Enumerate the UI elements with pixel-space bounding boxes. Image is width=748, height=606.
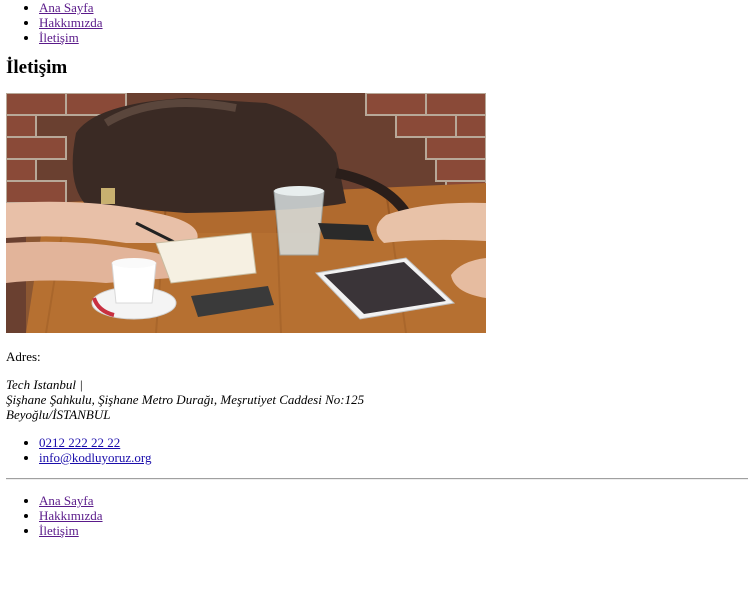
footer-link-about[interactable]: Hakkımızda <box>39 508 103 523</box>
address-block: Tech Istanbul | Şişhane Şahkulu, Şişhane… <box>6 377 748 422</box>
contact-list: 0212 222 22 22 info@kodluyoruz.org <box>6 435 748 465</box>
footer-divider <box>6 478 748 480</box>
footer-nav-item-home: Ana Sayfa <box>39 493 748 508</box>
contact-item-email: info@kodluyoruz.org <box>39 450 748 465</box>
nav-link-about[interactable]: Hakkımızda <box>39 15 103 30</box>
nav-item-about: Hakkımızda <box>39 15 748 30</box>
footer-nav-item-contact: İletişim <box>39 523 748 538</box>
page-title: İletişim <box>6 57 68 78</box>
footer-link-contact[interactable]: İletişim <box>39 523 79 538</box>
address-label: Adres: <box>6 349 41 364</box>
address-company: Tech Istanbul | <box>6 377 83 392</box>
contact-item-phone: 0212 222 22 22 <box>39 435 748 450</box>
footer-nav: Ana Sayfa Hakkımızda İletişim <box>6 493 748 538</box>
footer-nav-item-about: Hakkımızda <box>39 508 748 523</box>
nav-link-contact[interactable]: İletişim <box>39 30 79 45</box>
email-link[interactable]: info@kodluyoruz.org <box>39 450 151 465</box>
nav-item-contact: İletişim <box>39 30 748 45</box>
nav-link-home[interactable]: Ana Sayfa <box>39 0 94 15</box>
address-line-2: Beyoğlu/İSTANBUL <box>6 407 111 422</box>
footer-link-home[interactable]: Ana Sayfa <box>39 493 94 508</box>
top-nav: Ana Sayfa Hakkımızda İletişim <box>6 0 748 45</box>
phone-link[interactable]: 0212 222 22 22 <box>39 435 120 450</box>
page-wrapper: Ana Sayfa Hakkımızda İletişim İletişim <box>6 0 748 538</box>
hero-image <box>6 93 486 333</box>
nav-item-home: Ana Sayfa <box>39 0 748 15</box>
address-line-1: Şişhane Şahkulu, Şişhane Metro Durağı, M… <box>6 392 365 407</box>
